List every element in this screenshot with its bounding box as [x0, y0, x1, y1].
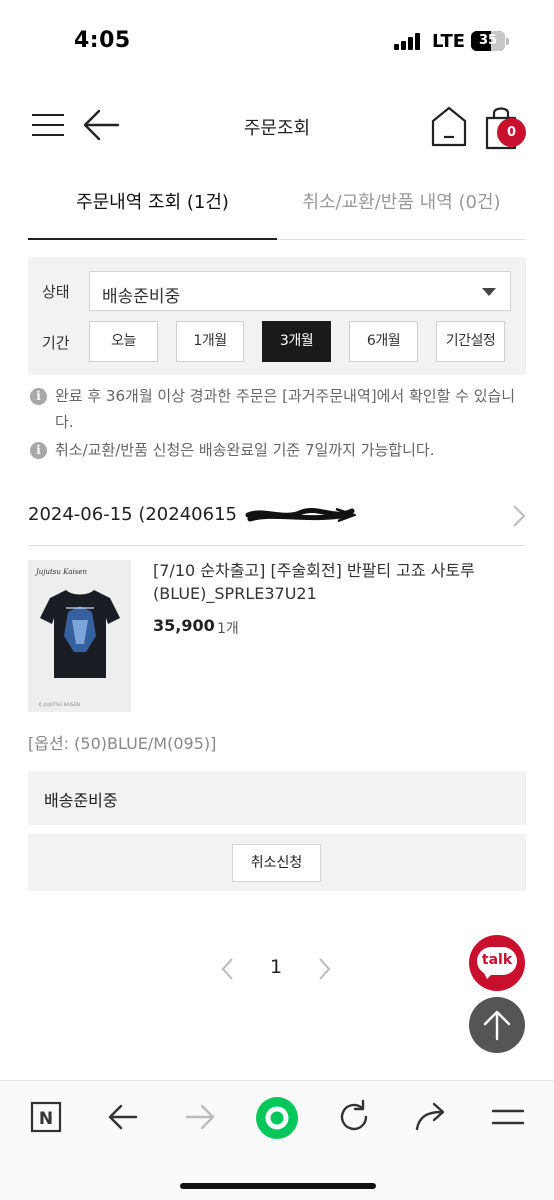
redaction-scribble [245, 507, 356, 523]
order-date-number: 2024-06-15 (20240615 [28, 504, 237, 525]
network-type: LTE [432, 31, 466, 52]
chevron-down-icon [482, 288, 496, 296]
scroll-top-button[interactable] [469, 997, 525, 1053]
browser-menu-icon[interactable] [490, 1099, 526, 1135]
notice-text: 완료 후 36개월 이상 경과한 주문은 [과거주문내역]에서 확인할 수 있습… [55, 387, 516, 431]
signal-icon [394, 32, 424, 50]
cancel-request-button[interactable]: 취소신청 [232, 844, 321, 882]
info-icon: i [30, 442, 47, 459]
order-filter: 상태 배송준비중 기간 오늘 1개월 3개월 6개월 기간설정 [28, 257, 526, 375]
svg-text:© JUJUTSU KAISEN: © JUJUTSU KAISEN [38, 701, 80, 708]
order-tabs: 주문내역 조회 (1건) 취소/교환/반품 내역 (0건) [28, 176, 526, 240]
status-filter-label: 상태 [42, 283, 70, 301]
product-name[interactable]: [7/10 순차출고] [주술회전] 반팔티 고죠 사토루 (BLUE)_SPR… [153, 559, 523, 605]
kakao-talk-button[interactable]: talk [469, 935, 525, 991]
shipping-status-bar: 배송준비중 [28, 771, 526, 825]
chevron-right-icon [513, 505, 526, 527]
period-filter-label: 기간 [42, 334, 70, 352]
notice-cancel-policy: i 취소/교환/반품 신청은 배송완료일 기준 7일까지 가능합니다. [30, 437, 526, 463]
battery-level-text: 35 [478, 33, 498, 48]
product-image[interactable]: Jujutsu Kaisen © JUJUTSU KAISEN [28, 560, 131, 712]
browser-toolbar: N [0, 1080, 554, 1200]
product-option: [옵션: (50)BLUE/M(095)] [28, 734, 217, 753]
status-bar: 4:05 LTE 35 [0, 0, 554, 80]
browser-forward-icon[interactable] [182, 1099, 218, 1135]
pagination-prev-icon[interactable] [220, 956, 236, 982]
battery-tip [506, 38, 509, 45]
naver-green-dot-icon[interactable] [255, 1096, 299, 1140]
svg-text:Jujutsu Kaisen: Jujutsu Kaisen [34, 568, 88, 576]
cart-count-badge: 0 [497, 118, 526, 147]
notice-past-orders: i 완료 후 36개월 이상 경과한 주문은 [과거주문내역]에서 확인할 수 … [30, 383, 526, 437]
period-today-button[interactable]: 오늘 [89, 321, 158, 362]
arrow-up-icon [483, 1010, 511, 1041]
page-header: 주문조회 [0, 96, 554, 156]
period-custom-button[interactable]: 기간설정 [436, 321, 505, 362]
tab-cancel-exchange-return[interactable]: 취소/교환/반품 내역 (0건) [277, 176, 526, 240]
notice-text: 취소/교환/반품 신청은 배송완료일 기준 7일까지 가능합니다. [55, 441, 435, 459]
tshirt-image: Jujutsu Kaisen © JUJUTSU KAISEN [28, 560, 131, 712]
battery-icon: 35 [471, 31, 505, 51]
naver-label: N [39, 1109, 53, 1129]
product-price: 35,900 [153, 616, 215, 635]
talk-bubble-tail [483, 971, 495, 979]
tab-order-history[interactable]: 주문내역 조회 (1건) [28, 176, 277, 240]
status-select[interactable]: 배송준비중 [89, 271, 511, 311]
home-indicator[interactable] [180, 1183, 376, 1189]
info-icon: i [30, 388, 47, 405]
pagination-next-icon[interactable] [316, 956, 332, 982]
order-header[interactable]: 2024-06-15 (20240615 [28, 490, 526, 546]
home-icon[interactable] [430, 104, 468, 148]
share-icon[interactable] [413, 1099, 449, 1135]
order-actions: 취소신청 [28, 834, 526, 891]
pagination-current-page[interactable]: 1 [270, 956, 282, 978]
period-6month-button[interactable]: 6개월 [349, 321, 418, 362]
page-title: 주문조회 [243, 118, 311, 139]
period-1month-button[interactable]: 1개월 [176, 321, 244, 362]
shipping-status-text: 배송준비중 [44, 791, 118, 810]
browser-back-icon[interactable] [105, 1099, 141, 1135]
period-3month-button[interactable]: 3개월 [262, 321, 331, 362]
status-select-value: 배송준비중 [102, 287, 181, 307]
naver-home-icon[interactable]: N [28, 1099, 64, 1135]
product-quantity: 1개 [217, 621, 239, 637]
refresh-icon[interactable] [336, 1099, 372, 1135]
status-time: 4:05 [74, 28, 131, 53]
